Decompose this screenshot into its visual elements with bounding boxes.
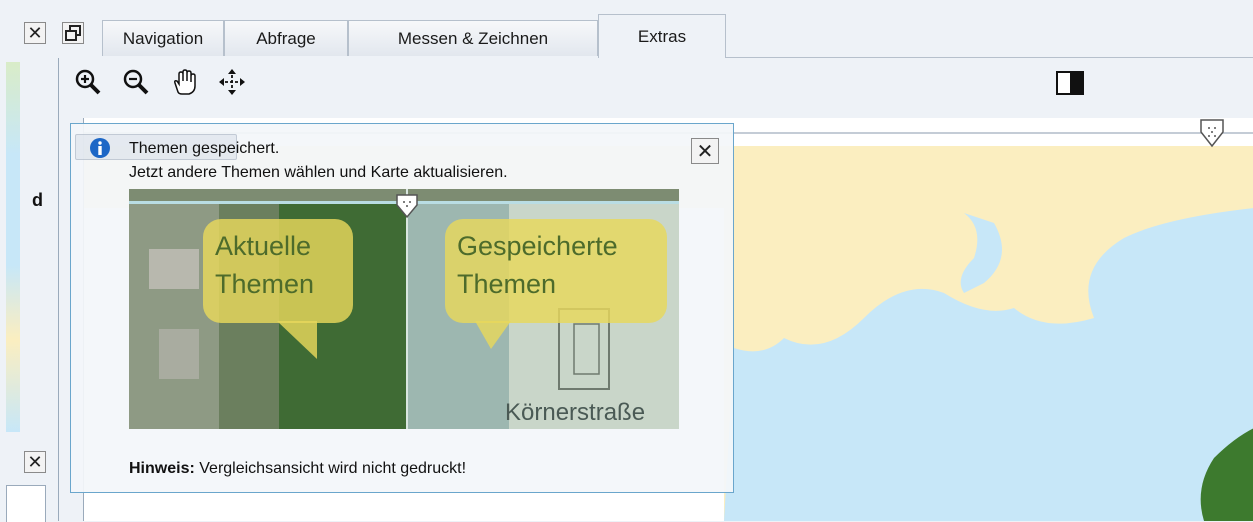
current-themes-bubble: Aktuelle Themen (203, 219, 353, 323)
close-panel-button[interactable]: ✕ (24, 22, 46, 44)
saved-themes-label-line1: Gespeicherte (457, 231, 618, 261)
pan-hand-icon[interactable] (170, 68, 198, 96)
split-view-toggle-icon[interactable] (1056, 71, 1084, 95)
close-icon: ✕ (696, 139, 714, 163)
current-themes-bubble-tail (277, 321, 317, 359)
zoom-out-icon[interactable] (122, 68, 150, 96)
swipe-handle-icon[interactable] (1198, 118, 1226, 148)
tab-bar-baseline (726, 57, 1253, 58)
popup-message-line2: Jetzt andere Themen wählen und Karte akt… (129, 164, 508, 181)
tab-navigation[interactable]: Navigation (102, 20, 224, 56)
saved-themes-bubble: Gespeicherte Themen (445, 219, 667, 323)
close-lower-panel-button[interactable]: ✕ (24, 451, 46, 473)
restore-panel-button[interactable] (62, 22, 84, 44)
move-full-extent-icon[interactable] (218, 68, 246, 96)
close-icon: ✕ (27, 451, 43, 473)
popup-hint-text: Vergleichsansicht wird nicht gedruckt! (199, 460, 467, 477)
tab-extras[interactable]: Extras (598, 14, 726, 58)
popup-message-line1: Themen gespeichert. (129, 140, 280, 157)
popup-hint-label: Hinweis: (129, 460, 195, 477)
themes-saved-popup: Themen gespeichert. Jetzt andere Themen … (70, 123, 734, 493)
zoom-in-icon[interactable] (74, 68, 102, 96)
saved-themes-bubble-tail (475, 321, 511, 349)
current-themes-label-line2: Themen (215, 269, 315, 299)
left-panel-map-thumbnail (6, 62, 20, 432)
popup-hint: Hinweis: Vergleichsansicht wird nicht ge… (129, 460, 466, 478)
left-lower-panel (6, 485, 46, 522)
street-label: Körnerstraße (505, 399, 646, 426)
popup-close-button[interactable]: ✕ (691, 138, 719, 164)
close-icon: ✕ (27, 22, 43, 44)
tab-abfrage[interactable]: Abfrage (224, 20, 348, 56)
comparison-preview-image: Aktuelle Themen Gespeicherte Themen Körn… (129, 189, 679, 429)
left-panel-letter: d (32, 190, 43, 210)
preview-swipe-handle-icon (396, 194, 418, 219)
current-themes-label-line1: Aktuelle (215, 231, 312, 261)
restore-window-icon (65, 25, 81, 41)
tab-messen-zeichnen[interactable]: Messen & Zeichnen (348, 20, 598, 56)
saved-themes-label-line2: Themen (457, 269, 557, 299)
info-icon (90, 138, 110, 158)
